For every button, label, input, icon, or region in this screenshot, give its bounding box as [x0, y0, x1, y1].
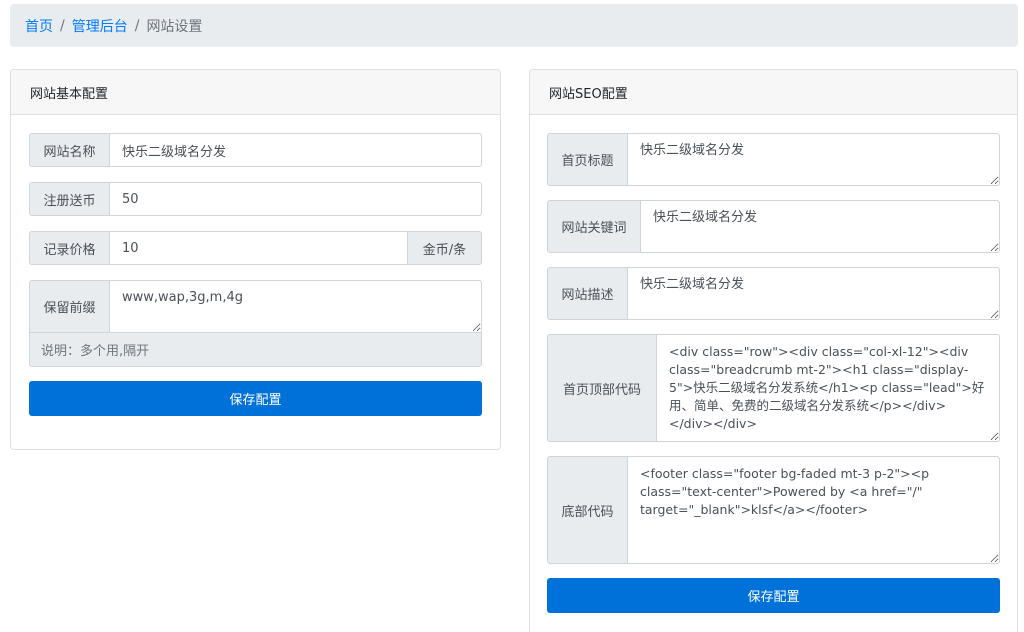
breadcrumb-admin-link[interactable]: 管理后台 — [72, 16, 128, 36]
site-name-label: 网站名称 — [29, 133, 110, 167]
header-code-textarea[interactable]: <div class="row"><div class="col-xl-12">… — [657, 334, 1000, 442]
home-title-group: 首页标题 快乐二级域名分发 — [547, 133, 1000, 186]
footer-code-textarea[interactable]: <footer class="footer bg-faded mt-3 p-2"… — [628, 456, 1000, 564]
site-name-group: 网站名称 — [29, 133, 482, 167]
basic-config-card: 网站基本配置 网站名称 注册送币 记录价格 金币/条 保留前缀 www,wap,… — [10, 69, 501, 450]
reserved-prefix-hint: 说明：多个用,隔开 — [29, 332, 482, 367]
seo-save-button[interactable]: 保存配置 — [547, 578, 1000, 613]
register-coin-group: 注册送币 — [29, 182, 482, 216]
home-title-label: 首页标题 — [547, 133, 628, 186]
site-name-input[interactable] — [110, 133, 482, 167]
record-price-label: 记录价格 — [29, 231, 110, 265]
record-price-group: 记录价格 金币/条 — [29, 231, 482, 265]
description-group: 网站描述 快乐二级域名分发 — [547, 267, 1000, 320]
reserved-prefix-label: 保留前缀 — [29, 280, 110, 333]
breadcrumb-home-link[interactable]: 首页 — [25, 16, 53, 36]
description-textarea[interactable]: 快乐二级域名分发 — [628, 267, 1000, 320]
footer-code-label: 底部代码 — [547, 456, 628, 564]
reserved-prefix-group: 保留前缀 www,wap,3g,m,4g — [29, 280, 482, 333]
breadcrumb-current: 网站设置 — [146, 18, 203, 35]
register-coin-label: 注册送币 — [29, 182, 110, 216]
footer-code-group: 底部代码 <footer class="footer bg-faded mt-3… — [547, 456, 1000, 564]
header-code-group: 首页顶部代码 <div class="row"><div class="col-… — [547, 334, 1000, 442]
keywords-label: 网站关键词 — [547, 200, 641, 253]
record-price-input[interactable] — [110, 231, 408, 265]
home-title-textarea[interactable]: 快乐二级域名分发 — [628, 133, 1000, 186]
seo-config-card: 网站SEO配置 首页标题 快乐二级域名分发 网站关键词 快乐二级域名分发 网站描… — [529, 69, 1018, 632]
breadcrumb-separator: / — [134, 17, 140, 34]
breadcrumb-separator: / — [60, 17, 65, 34]
reserved-prefix-textarea[interactable]: www,wap,3g,m,4g — [110, 280, 482, 333]
description-label: 网站描述 — [547, 267, 628, 320]
keywords-textarea[interactable]: 快乐二级域名分发 — [641, 200, 1000, 253]
keywords-group: 网站关键词 快乐二级域名分发 — [547, 200, 1000, 253]
breadcrumb: 首页 / 管理后台 / 网站设置 — [10, 4, 1018, 47]
header-code-label: 首页顶部代码 — [547, 334, 657, 442]
basic-save-button[interactable]: 保存配置 — [29, 381, 482, 416]
record-price-unit: 金币/条 — [408, 231, 482, 265]
seo-config-title: 网站SEO配置 — [530, 70, 1017, 115]
basic-config-title: 网站基本配置 — [11, 70, 500, 115]
register-coin-input[interactable] — [110, 182, 482, 216]
